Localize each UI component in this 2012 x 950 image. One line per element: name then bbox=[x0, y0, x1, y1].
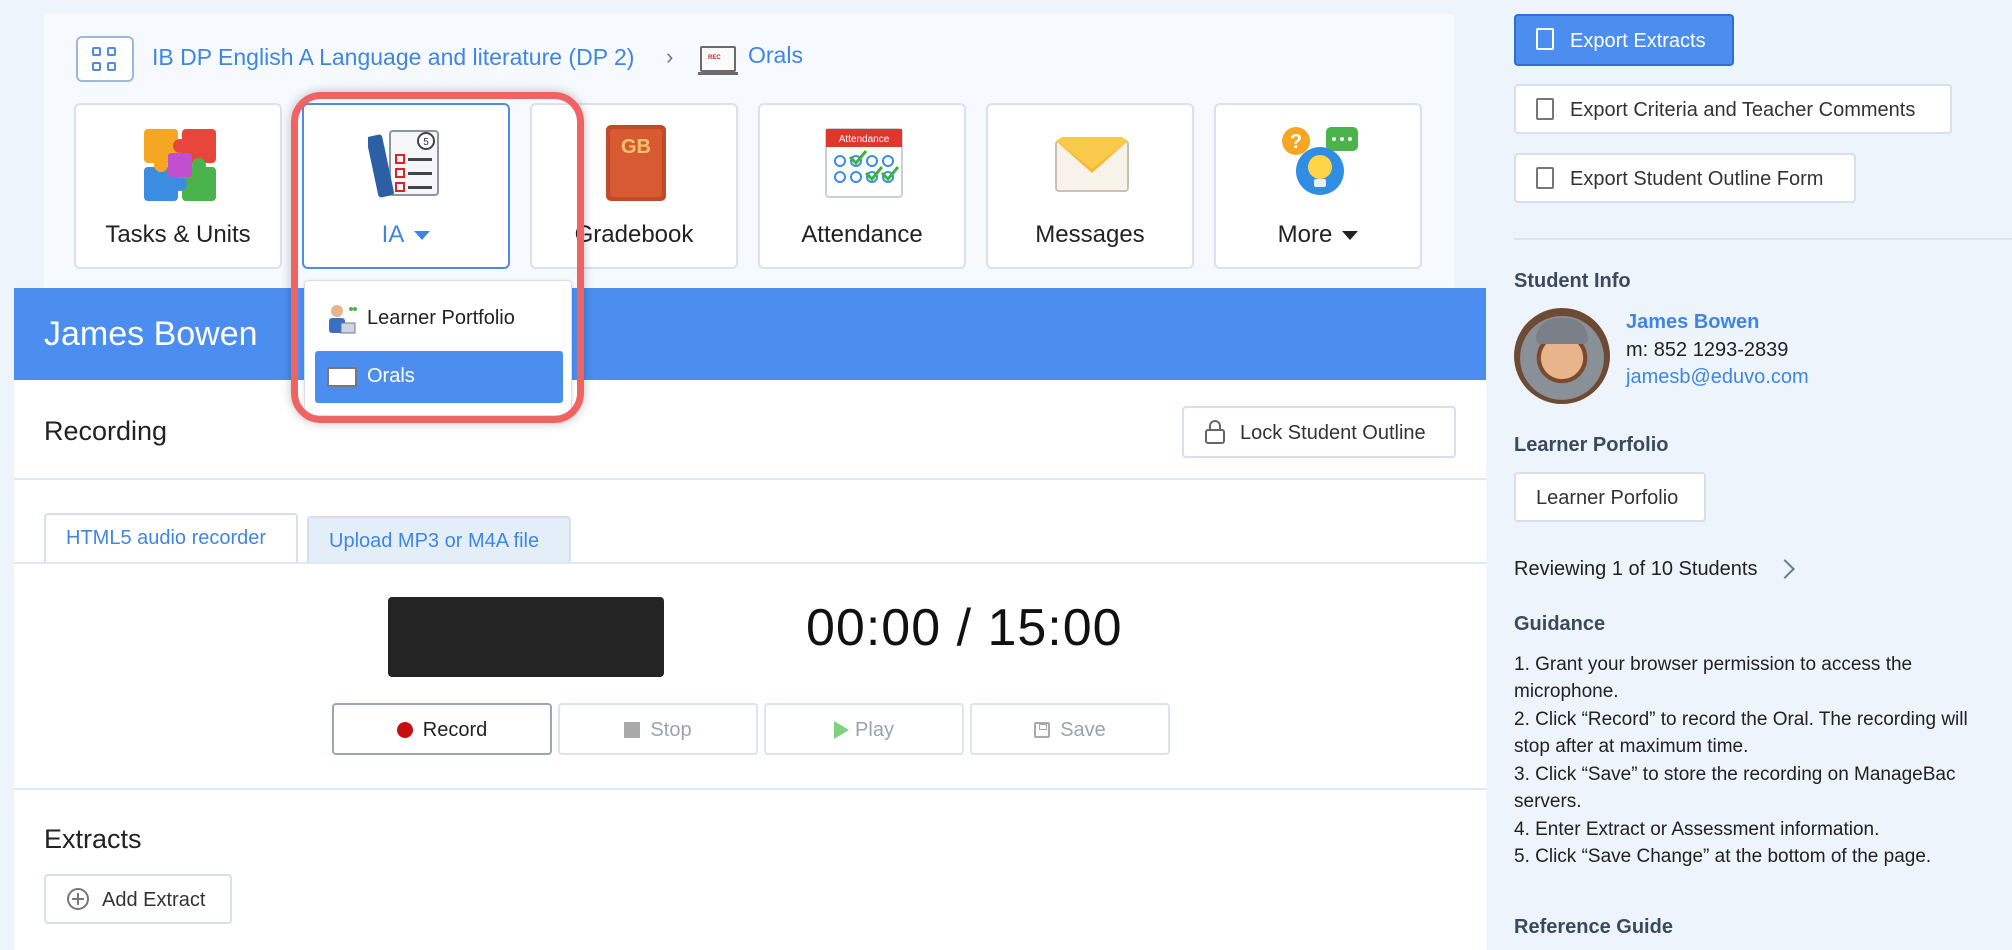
guidance-step: 3. Click “Save” to store the recording o… bbox=[1514, 764, 1956, 812]
nav-tile-tasks-units[interactable]: Tasks & Units bbox=[74, 103, 282, 269]
tab-upload-file[interactable]: Upload MP3 or M4A file bbox=[307, 516, 571, 564]
guidance-step: 2. Click “Record” to record the Oral. Th… bbox=[1514, 709, 1968, 757]
record-button[interactable]: Record bbox=[332, 703, 552, 755]
recording-panel: Recording Lock Student Outline HTML5 aud… bbox=[14, 380, 1486, 950]
reference-guide-heading: Reference Guide bbox=[1514, 916, 1673, 938]
student-name-heading: James Bowen bbox=[44, 315, 258, 353]
recording-title: Recording bbox=[44, 416, 168, 446]
learner-portfolio-button[interactable]: Learner Porfolio bbox=[1514, 472, 1706, 522]
student-phone: m: 852 1293-2839 bbox=[1626, 339, 1789, 361]
lock-icon bbox=[1205, 420, 1225, 444]
breadcrumb-separator-icon: › bbox=[666, 44, 674, 69]
export-criteria-button[interactable]: Export Criteria and Teacher Comments bbox=[1514, 84, 1952, 134]
lock-student-outline-button[interactable]: Lock Student Outline bbox=[1182, 406, 1456, 458]
breadcrumb-current[interactable]: Orals bbox=[748, 42, 803, 69]
nav-tile-messages[interactable]: Messages bbox=[986, 103, 1194, 269]
chevron-down-icon bbox=[1342, 231, 1359, 241]
student-banner: James Bowen bbox=[14, 288, 1486, 380]
guidance-step: 5. Click “Save Change” at the bottom of … bbox=[1514, 846, 1932, 867]
divider bbox=[14, 788, 1486, 790]
orals-rec-icon: REC bbox=[698, 46, 738, 75]
pdf-file-icon bbox=[1536, 28, 1554, 50]
guidance-step: 4. Enter Extract or Assessment informati… bbox=[1514, 819, 1880, 840]
help-bulb-icon: ? bbox=[1282, 127, 1358, 195]
play-button[interactable]: Play bbox=[764, 703, 964, 755]
stop-button[interactable]: Stop bbox=[558, 703, 758, 755]
recorder-visualizer bbox=[388, 597, 664, 677]
guidance-step: 1. Grant your browser permission to acce… bbox=[1514, 654, 1913, 702]
nav-tile-attendance[interactable]: Attendance Attendance bbox=[758, 103, 966, 269]
guidance-heading: Guidance bbox=[1514, 613, 1606, 635]
tile-label: More bbox=[1216, 221, 1420, 249]
chevron-right-icon[interactable] bbox=[1775, 559, 1795, 579]
avatar bbox=[1514, 308, 1610, 404]
stop-square-icon bbox=[624, 722, 641, 738]
pdf-file-icon bbox=[1536, 98, 1554, 120]
tile-label: Attendance bbox=[801, 221, 923, 248]
tile-label: Tasks & Units bbox=[105, 221, 251, 248]
divider bbox=[1514, 238, 2012, 240]
plus-circle-icon bbox=[67, 888, 89, 910]
student-name-link[interactable]: James Bowen bbox=[1626, 311, 1759, 334]
attendance-calendar-icon: Attendance bbox=[825, 128, 903, 198]
class-header-card: IB DP English A Language and literature … bbox=[44, 14, 1454, 304]
play-triangle-icon bbox=[834, 721, 850, 739]
attendance-icon-text: Attendance bbox=[839, 134, 890, 145]
reviewing-status: Reviewing 1 of 10 Students bbox=[1514, 558, 1758, 580]
extracts-title: Extracts bbox=[44, 824, 142, 854]
record-dot-icon bbox=[396, 722, 413, 738]
nav-tile-more[interactable]: ? More bbox=[1214, 103, 1422, 269]
envelope-icon bbox=[1055, 137, 1129, 192]
apps-grid-icon[interactable] bbox=[76, 36, 134, 82]
add-extract-button[interactable]: Add Extract bbox=[44, 874, 232, 924]
export-extracts-button[interactable]: Export Extracts bbox=[1514, 14, 1734, 66]
gradebook-icon-text: GB bbox=[621, 136, 651, 158]
student-info-heading: Student Info bbox=[1514, 270, 1631, 292]
gradebook-icon: GB bbox=[606, 125, 666, 201]
puzzle-icon bbox=[144, 129, 216, 201]
export-outline-button[interactable]: Export Student Outline Form bbox=[1514, 153, 1856, 203]
save-button[interactable]: Save bbox=[970, 703, 1170, 755]
divider bbox=[14, 562, 1486, 564]
breadcrumb-class-link[interactable]: IB DP English A Language and literature … bbox=[152, 44, 634, 71]
svg-text:?: ? bbox=[1290, 131, 1302, 153]
highlight-annotation bbox=[291, 92, 584, 423]
divider bbox=[14, 478, 1486, 480]
tile-label: Messages bbox=[1035, 221, 1145, 248]
pdf-file-icon bbox=[1536, 167, 1554, 189]
recording-timer: 00:00 / 15:00 bbox=[806, 599, 1123, 657]
learner-portfolio-heading: Learner Porfolio bbox=[1514, 434, 1669, 456]
tab-html5-recorder[interactable]: HTML5 audio recorder bbox=[44, 513, 298, 563]
student-email-link[interactable]: jamesb@eduvo.com bbox=[1626, 366, 1809, 389]
floppy-disk-icon bbox=[1034, 722, 1051, 738]
